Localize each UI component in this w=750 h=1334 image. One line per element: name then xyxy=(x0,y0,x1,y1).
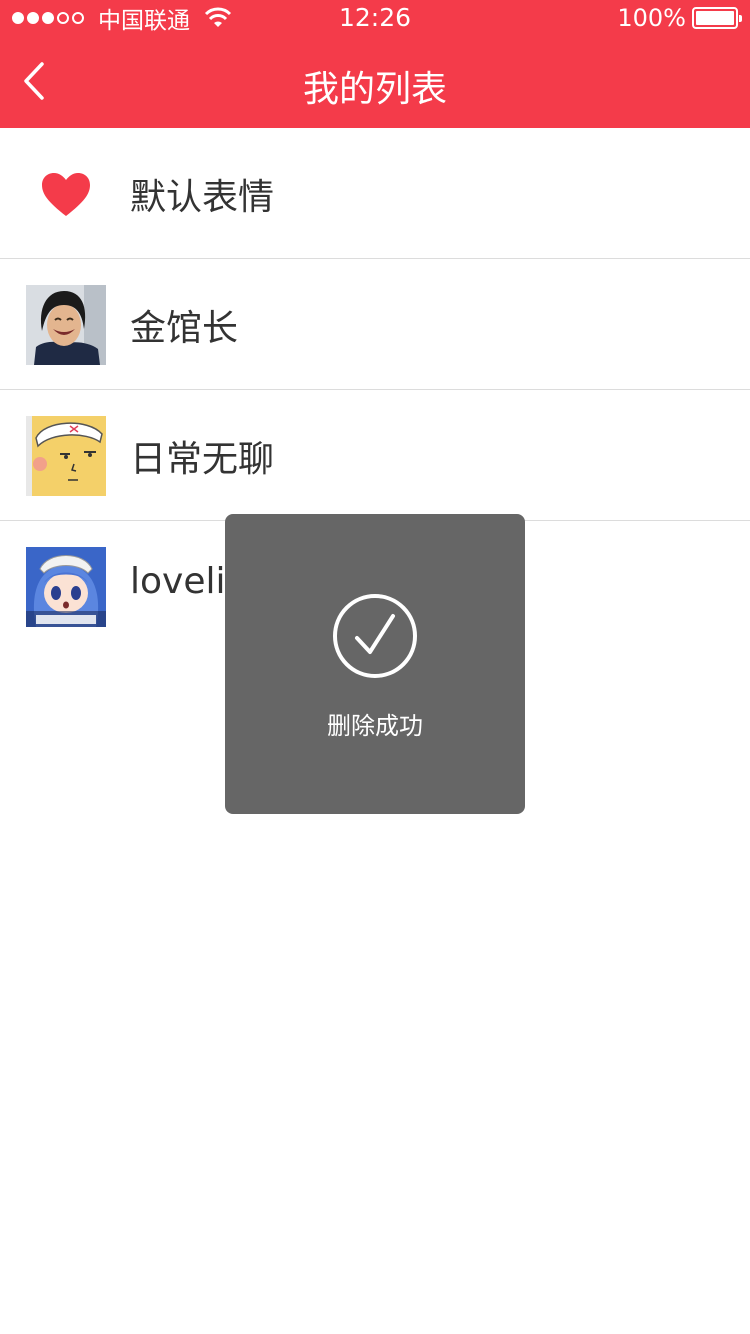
anime-girl-avatar xyxy=(26,547,106,627)
page-title: 我的列表 xyxy=(302,69,447,110)
status-right: 100% xyxy=(617,4,742,32)
app-header: 中国联通 12:26 100% 我的列表 xyxy=(0,0,750,128)
nav-bar: 我的列表 xyxy=(0,40,750,128)
list-item-label: 金馆长 xyxy=(130,308,239,349)
list-item-label: 日常无聊 xyxy=(130,439,275,480)
toast-dialog: 删除成功 xyxy=(225,514,525,814)
laughing-man-avatar xyxy=(26,285,106,365)
list-item-label: 默认表情 xyxy=(130,177,275,218)
list-item[interactable]: 日常无聊 xyxy=(0,390,750,521)
check-circle-icon xyxy=(333,594,417,678)
status-bar: 中国联通 12:26 100% xyxy=(0,0,750,36)
heart-icon xyxy=(26,154,106,234)
toast-message: 删除成功 xyxy=(327,712,423,740)
list-item[interactable]: 默认表情 xyxy=(0,128,750,259)
cartoon-face-avatar xyxy=(26,416,106,496)
battery-percent: 100% xyxy=(617,4,686,32)
list-item[interactable]: 金馆长 xyxy=(0,259,750,390)
battery-icon xyxy=(692,7,742,29)
